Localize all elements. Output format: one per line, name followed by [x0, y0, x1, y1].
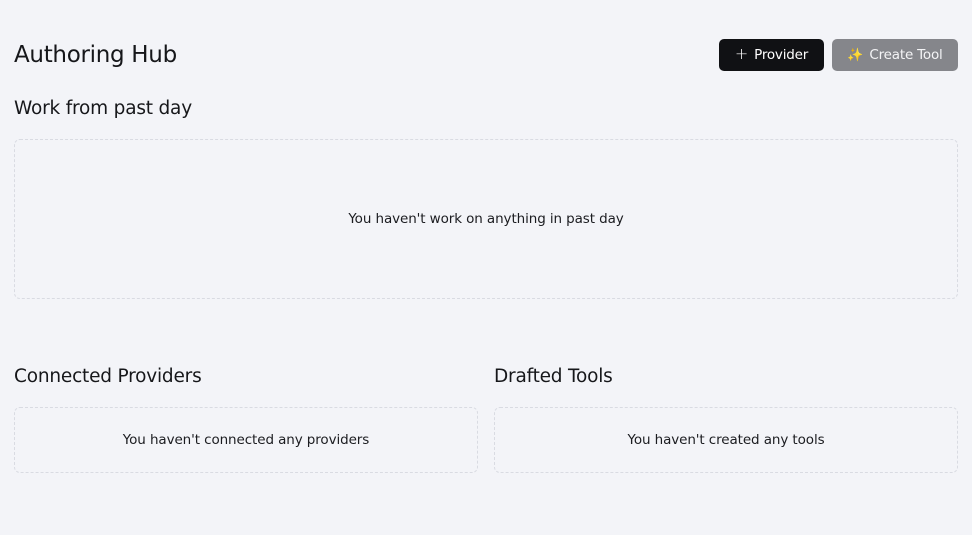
work-past-day-empty-message: You haven't work on anything in past day	[348, 211, 624, 227]
work-past-day-empty-state: You haven't work on anything in past day	[14, 139, 958, 299]
add-provider-button[interactable]: + Provider	[719, 39, 824, 71]
create-tool-button[interactable]: ✨ Create Tool	[832, 39, 958, 71]
drafted-tools-empty-state: You haven't created any tools	[494, 407, 958, 473]
drafted-tools-title: Drafted Tools	[494, 366, 613, 387]
page-header: Authoring Hub + Provider ✨ Create Tool	[14, 39, 958, 71]
work-past-day-title: Work from past day	[14, 98, 192, 119]
page-title: Authoring Hub	[14, 42, 177, 68]
connected-providers-title: Connected Providers	[14, 366, 202, 387]
plus-icon: +	[734, 44, 749, 63]
connected-providers-empty-state: You haven't connected any providers	[14, 407, 478, 473]
add-provider-label: Provider	[754, 47, 809, 63]
authoring-hub-page: Authoring Hub + Provider ✨ Create Tool W…	[14, 0, 958, 535]
create-tool-label: Create Tool	[869, 47, 943, 63]
sparkle-icon: ✨	[847, 47, 864, 63]
header-actions: + Provider ✨ Create Tool	[719, 39, 958, 71]
drafted-tools-empty-message: You haven't created any tools	[627, 432, 825, 448]
connected-providers-empty-message: You haven't connected any providers	[122, 432, 370, 448]
